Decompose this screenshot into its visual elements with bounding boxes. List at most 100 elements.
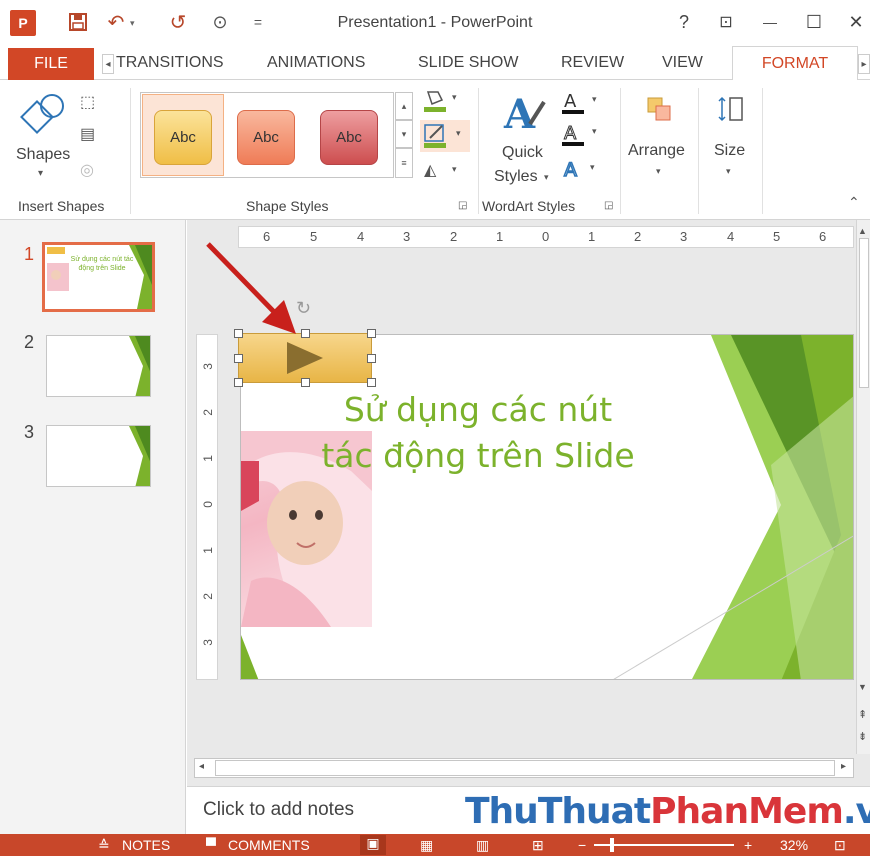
vertical-scrollbar[interactable]: ▲ ▼ ⇞ ⇟: [856, 220, 870, 754]
minimize-button[interactable]: —: [756, 8, 784, 36]
slide-sorter-icon[interactable]: ▦: [420, 837, 433, 854]
shape-style-red[interactable]: Abc: [320, 110, 378, 165]
shape-outline-dropdown-icon[interactable]: ▾: [456, 128, 461, 139]
notes-pane[interactable]: Click to add notes ThuThuatPhanMem.vn: [187, 786, 870, 834]
scroll-thumb[interactable]: [859, 238, 869, 388]
close-button[interactable]: ✕: [842, 8, 870, 36]
size-icon[interactable]: [716, 94, 746, 129]
ruler-tick: 1: [496, 229, 504, 244]
slide-thumbnail-3[interactable]: [46, 425, 151, 487]
gallery-scroll-up-icon[interactable]: ▴: [395, 92, 413, 120]
resize-handle[interactable]: [367, 329, 376, 338]
slide-show-icon[interactable]: ⊞: [532, 837, 544, 854]
shape-outline-icon[interactable]: [422, 122, 450, 150]
shape-style-gold[interactable]: Abc: [154, 110, 212, 165]
ruler-tick: 3: [201, 363, 215, 370]
tab-slide-show[interactable]: SLIDE SHOW: [418, 54, 518, 72]
gallery-scroll-down-icon[interactable]: ▾: [395, 120, 413, 148]
notes-toggle-label[interactable]: NOTES: [122, 837, 170, 853]
maximize-button[interactable]: ☐: [800, 8, 828, 36]
ruler-tick: 2: [450, 229, 458, 244]
resize-handle[interactable]: [234, 354, 243, 363]
zoom-level[interactable]: 32%: [780, 837, 808, 853]
arrange-dropdown-icon[interactable]: ▾: [656, 166, 661, 177]
gallery-more-icon[interactable]: ≡: [395, 148, 413, 178]
slide-canvas[interactable]: Sử dụng các nút tác động trên Slide: [240, 334, 854, 680]
resize-handle[interactable]: [234, 378, 243, 387]
slides-pane: 1 Sử dụng các nút tác động trên Slide 2 …: [0, 220, 186, 834]
horizontal-scrollbar[interactable]: ◂ ▸: [194, 758, 854, 778]
shape-styles-dialog-launcher-icon[interactable]: ◲: [458, 200, 467, 211]
text-effects-icon[interactable]: A: [560, 156, 586, 187]
tab-transitions[interactable]: TRANSITIONS: [116, 54, 224, 72]
ruler-tick: 0: [201, 501, 215, 508]
shape-effects-icon[interactable]: ◭: [424, 160, 436, 180]
zoom-slider-thumb[interactable]: [610, 838, 614, 852]
slide-thumbnail-1[interactable]: Sử dụng các nút tác động trên Slide: [42, 242, 155, 312]
edit-shape-icon[interactable]: ⬚: [80, 92, 95, 112]
shapes-button-label[interactable]: Shapes: [16, 146, 70, 164]
group-label-wordart-styles: WordArt Styles: [482, 198, 576, 214]
shape-fill-icon[interactable]: [422, 88, 450, 114]
quick-styles-label-line1[interactable]: Quick: [502, 144, 543, 162]
arrange-button-label[interactable]: Arrange: [628, 142, 685, 160]
scroll-up-icon[interactable]: ▲: [858, 226, 867, 236]
tab-animations[interactable]: ANIMATIONS: [267, 54, 365, 72]
ruler-tick: 5: [310, 229, 318, 244]
arrange-icon[interactable]: [646, 96, 674, 129]
size-button-label[interactable]: Size: [714, 142, 745, 160]
text-outline-icon[interactable]: A: [560, 122, 586, 153]
zoom-out-icon[interactable]: −: [578, 837, 586, 853]
text-outline-dropdown-icon[interactable]: ▾: [592, 126, 597, 137]
scroll-down-icon[interactable]: ▼: [858, 682, 867, 692]
tabs-scroll-right-icon[interactable]: ▸: [858, 54, 870, 74]
wordart-dialog-launcher-icon[interactable]: ◲: [604, 200, 613, 211]
normal-view-icon[interactable]: ▣: [360, 835, 386, 855]
shape-style-orange[interactable]: Abc: [237, 110, 295, 165]
group-label-insert-shapes: Insert Shapes: [18, 198, 105, 214]
next-slide-icon[interactable]: ⇟: [858, 730, 867, 743]
reading-view-icon[interactable]: ▥: [476, 837, 489, 854]
group-label-shape-styles: Shape Styles: [246, 198, 329, 214]
help-button[interactable]: ?: [670, 8, 698, 36]
quick-styles-label-line2[interactable]: Styles: [494, 168, 538, 186]
text-effects-dropdown-icon[interactable]: ▾: [590, 162, 595, 173]
fit-slide-icon[interactable]: ⊡: [834, 837, 846, 854]
scroll-right-icon[interactable]: ▸: [841, 761, 846, 772]
tabs-scroll-left-icon[interactable]: ◂: [102, 54, 114, 74]
notes-toggle-icon[interactable]: ≙: [98, 837, 110, 854]
notes-placeholder[interactable]: Click to add notes: [203, 799, 354, 821]
previous-slide-icon[interactable]: ⇞: [858, 708, 867, 721]
text-box-icon[interactable]: ▤: [80, 124, 95, 144]
svg-text:A: A: [503, 91, 536, 136]
tab-review[interactable]: REVIEW: [561, 54, 624, 72]
resize-handle[interactable]: [367, 378, 376, 387]
shapes-icon[interactable]: [18, 90, 68, 145]
resize-handle[interactable]: [301, 378, 310, 387]
tab-file[interactable]: FILE: [8, 48, 94, 80]
zoom-slider-track[interactable]: [594, 844, 734, 846]
comments-toggle-label[interactable]: COMMENTS: [228, 837, 310, 853]
shape-effects-dropdown-icon[interactable]: ▾: [452, 164, 457, 175]
action-button-play[interactable]: [234, 329, 376, 387]
watermark-part: ThuThuat: [465, 791, 651, 832]
resize-handle[interactable]: [367, 354, 376, 363]
size-dropdown-icon[interactable]: ▾: [726, 166, 731, 177]
slide-title[interactable]: Sử dụng các nút tác động trên Slide: [313, 387, 643, 479]
text-fill-icon[interactable]: A: [560, 90, 586, 121]
scroll-thumb[interactable]: [215, 760, 835, 776]
zoom-in-icon[interactable]: +: [744, 837, 752, 853]
tab-view[interactable]: VIEW: [662, 54, 703, 72]
quick-styles-icon[interactable]: A: [502, 88, 548, 141]
quick-styles-dropdown-icon[interactable]: ▾: [544, 172, 549, 183]
collapse-ribbon-icon[interactable]: ⌃: [848, 194, 860, 211]
slide-thumbnail-2[interactable]: [46, 335, 151, 397]
scroll-left-icon[interactable]: ◂: [199, 761, 204, 772]
shape-fill-dropdown-icon[interactable]: ▾: [452, 92, 457, 103]
ruler-tick: 6: [819, 229, 827, 244]
shapes-dropdown-icon[interactable]: ▾: [38, 168, 43, 179]
text-fill-dropdown-icon[interactable]: ▾: [592, 94, 597, 105]
tab-format[interactable]: FORMAT: [732, 46, 858, 81]
ribbon-display-options-button[interactable]: ⊡: [712, 8, 740, 36]
comments-icon[interactable]: ▀: [206, 837, 216, 853]
